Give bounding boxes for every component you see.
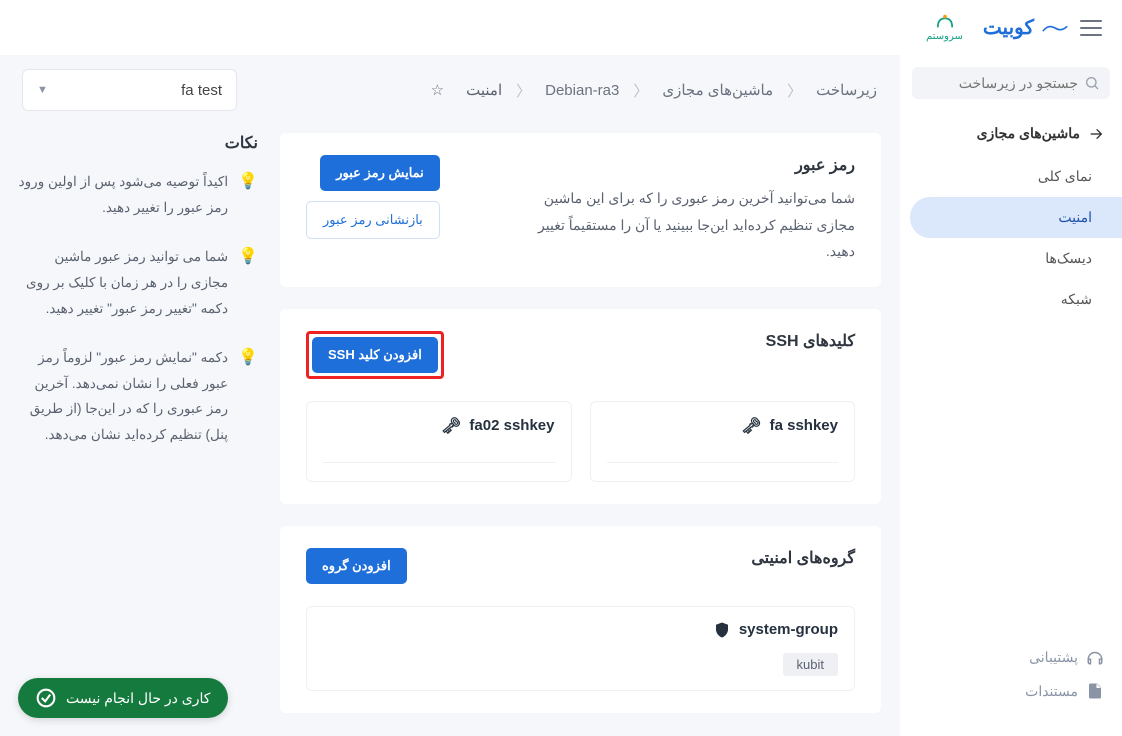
sidebar-item-label: دیسک‌ها (1045, 250, 1092, 266)
docs-link[interactable]: مستندات (918, 674, 1104, 708)
tip-text: شما می توانید رمز عبور ماشین مجازی را در… (18, 244, 228, 321)
add-ssh-highlight: افزودن کلید SSH (306, 331, 444, 379)
tip-item: 💡 شما می توانید رمز عبور ماشین مجازی را … (18, 244, 258, 321)
divider (323, 462, 555, 463)
key-icon: 🗝 (741, 416, 761, 436)
ssh-key-name: fa02 sshkey (469, 417, 554, 434)
sidebar: ماشین‌های مجازی نمای کلی امنیت دیسک‌ها ش… (900, 55, 1122, 736)
wave-icon (1042, 21, 1068, 35)
ssh-title: کلیدهای SSH (766, 331, 855, 351)
tips-title: نکات (18, 133, 258, 153)
document-icon (1086, 682, 1104, 700)
topbar: کوبیت سروستم (0, 0, 1122, 55)
status-pill[interactable]: کاری در حال انجام نیست (18, 678, 228, 718)
partner-logo: سروستم (926, 13, 963, 42)
bulb-icon: 💡 (238, 347, 258, 367)
add-group-button[interactable]: افزودن گروه (306, 548, 407, 584)
add-ssh-key-button[interactable]: افزودن کلید SSH (312, 337, 438, 373)
show-password-button[interactable]: نمایش رمز عبور (320, 155, 440, 191)
ssh-key-name: fa sshkey (770, 417, 838, 434)
sidebar-item-disks[interactable]: دیسک‌ها (900, 238, 1122, 279)
support-link[interactable]: پشتیبانی (918, 640, 1104, 674)
breadcrumb: زیرساخت 〈 ماشین‌های مجازی 〈 Debian-ra3 〈… (431, 80, 877, 101)
password-desc: شما می‌توانید آخرین رمز عبوری را که برای… (515, 185, 855, 265)
sidebar-header[interactable]: ماشین‌های مجازی (900, 117, 1122, 156)
chevron-left-icon: 〈 (633, 80, 648, 101)
bulb-icon: 💡 (238, 171, 258, 191)
password-title: رمز عبور (515, 155, 855, 175)
sidebar-item-security[interactable]: امنیت (910, 197, 1122, 238)
security-group-item[interactable]: system-group kubit (306, 606, 855, 691)
docs-label: مستندات (1025, 683, 1078, 700)
star-icon[interactable]: ☆ (431, 81, 444, 99)
support-icon (1086, 648, 1104, 666)
breadcrumb-row: زیرساخت 〈 ماشین‌های مجازی 〈 Debian-ra3 〈… (18, 55, 881, 133)
divider (607, 462, 839, 463)
sidebar-header-label: ماشین‌های مجازی (977, 125, 1080, 142)
tip-item: 💡 اکیداً توصیه می‌شود پس از اولین ورود ر… (18, 169, 258, 220)
search-box[interactable] (912, 67, 1110, 99)
group-name: system-group (739, 621, 838, 638)
sidebar-item-label: شبکه (1061, 291, 1092, 307)
check-circle-icon (36, 688, 56, 708)
bulb-icon: 💡 (238, 246, 258, 266)
tips-panel: نکات 💡 اکیداً توصیه می‌شود پس از اولین و… (18, 133, 258, 713)
crumb-root[interactable]: زیرساخت (816, 81, 877, 99)
support-label: پشتیبانی (1029, 649, 1078, 666)
main: زیرساخت 〈 ماشین‌های مجازی 〈 Debian-ra3 〈… (0, 55, 899, 736)
sidebar-item-overview[interactable]: نمای کلی (900, 156, 1122, 197)
brand-name: کوبیت (983, 15, 1034, 40)
tip-text: اکیداً توصیه می‌شود پس از اولین ورود رمز… (18, 169, 228, 220)
chevron-left-icon: 〈 (787, 80, 802, 101)
brand[interactable]: کوبیت (983, 15, 1068, 40)
tip-text: دکمه "نمایش رمز عبور" لزوماً رمز عبور فع… (18, 345, 228, 448)
partner-icon (934, 13, 956, 31)
password-card: رمز عبور شما می‌توانید آخرین رمز عبوری ر… (280, 133, 881, 287)
status-text: کاری در حال انجام نیست (66, 690, 210, 707)
key-icon: 🗝 (441, 416, 461, 436)
reset-password-button[interactable]: بازنشانی رمز عبور (306, 201, 440, 239)
arrow-right-icon (1088, 126, 1104, 142)
sidebar-item-label: امنیت (1058, 209, 1092, 225)
partner-name: سروستم (926, 31, 963, 42)
project-value: fa test (181, 82, 222, 99)
security-groups-card: گروه‌های امنیتی افزودن گروه system-group… (280, 526, 881, 713)
project-selector[interactable]: fa test ▼ (22, 69, 237, 111)
chevron-left-icon: 〈 (516, 80, 531, 101)
ssh-key-item[interactable]: 🗝 fa02 sshkey (306, 401, 572, 482)
sidebar-bottom: پشتیبانی مستندات (900, 640, 1122, 724)
caret-down-icon: ▼ (37, 84, 48, 96)
ssh-keys-card: کلیدهای SSH افزودن کلید SSH 🗝 fa sshkey 🗝… (280, 309, 881, 504)
crumb-vm-name[interactable]: Debian-ra3 (545, 82, 619, 99)
menu-icon[interactable] (1080, 20, 1102, 36)
search-icon (1084, 75, 1100, 91)
sidebar-item-label: نمای کلی (1038, 168, 1092, 184)
tip-item: 💡 دکمه "نمایش رمز عبور" لزوماً رمز عبور … (18, 345, 258, 448)
crumb-current: امنیت (466, 81, 502, 99)
crumb-vms[interactable]: ماشین‌های مجازی (662, 81, 773, 99)
group-tag: kubit (783, 653, 838, 676)
ssh-key-item[interactable]: 🗝 fa sshkey (590, 401, 856, 482)
sidebar-item-network[interactable]: شبکه (900, 279, 1122, 320)
search-input[interactable] (922, 75, 1078, 91)
groups-title: گروه‌های امنیتی (751, 548, 855, 568)
shield-icon (713, 621, 731, 639)
